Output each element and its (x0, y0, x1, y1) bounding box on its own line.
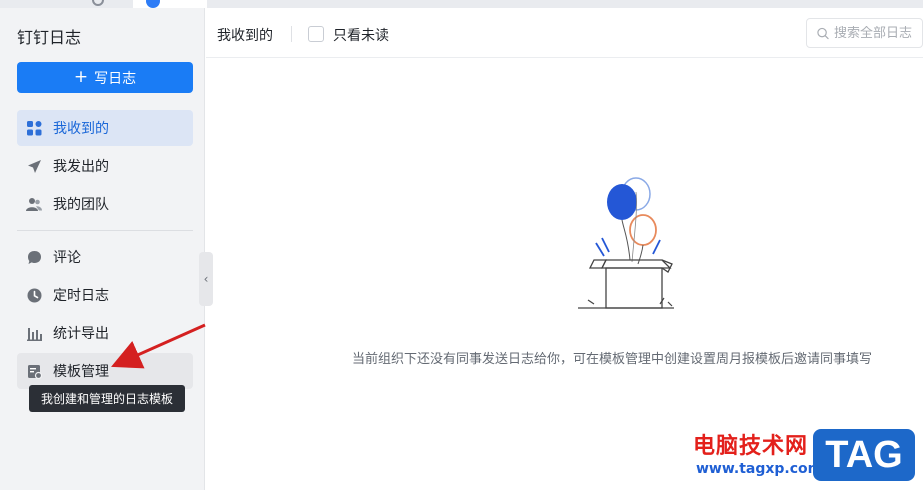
sidebar-item-team[interactable]: 我的团队 (17, 186, 193, 222)
window-tab-strip (0, 0, 923, 8)
search-box[interactable] (806, 18, 923, 48)
template-icon (26, 363, 42, 379)
templates-tooltip: 我创建和管理的日志模板 (29, 385, 185, 412)
watermark-url: www.tagxp.com (696, 461, 823, 477)
sidebar-item-label: 我发出的 (53, 159, 109, 175)
search-input[interactable] (834, 25, 922, 41)
bar-chart-icon (26, 325, 42, 341)
plus-icon: + (73, 67, 89, 87)
watermark: 电脑技术网 www.tagxp.com TAG (693, 428, 923, 490)
tab-current[interactable] (133, 0, 207, 8)
unread-only-checkbox[interactable] (308, 26, 324, 42)
clock-icon (26, 287, 42, 303)
empty-state-illustration (578, 177, 674, 309)
refresh-icon[interactable] (92, 0, 104, 6)
sidebar-item-sent[interactable]: 我发出的 (17, 148, 193, 184)
grid-icon (26, 120, 42, 136)
sidebar-item-label: 我的团队 (53, 197, 109, 213)
sidebar-item-label: 统计导出 (53, 326, 109, 342)
unread-only-label[interactable]: 只看未读 (333, 25, 389, 45)
send-icon (26, 158, 42, 174)
sidebar-divider (17, 230, 193, 231)
sidebar: 钉钉日志 + 写日志 我收到的 我发出的 我的团队 评论 定时日志 统计导出 模… (0, 8, 205, 490)
toolbar-divider (291, 26, 292, 42)
comment-icon (26, 249, 42, 265)
team-icon (26, 196, 42, 212)
write-log-label: 写日志 (94, 70, 137, 87)
write-log-button[interactable]: + 写日志 (17, 62, 193, 93)
sidebar-item-label: 我收到的 (53, 121, 109, 137)
toolbar: 我收到的 只看未读 (206, 8, 923, 58)
watermark-tag-logo: TAG (813, 429, 915, 481)
search-icon (817, 27, 829, 39)
sidebar-item-templates[interactable]: 模板管理 (17, 353, 193, 389)
watermark-site-name: 电脑技术网 (693, 434, 809, 459)
sidebar-item-stats-export[interactable]: 统计导出 (17, 315, 193, 351)
sidebar-item-label: 定时日志 (53, 288, 109, 304)
empty-state-message: 当前组织下还没有同事发送日志给你，可在模板管理中创建设置周月报模板后邀请同事填写 (352, 352, 873, 367)
sidebar-item-comments[interactable]: 评论 (17, 239, 193, 275)
sidebar-item-scheduled[interactable]: 定时日志 (17, 277, 193, 313)
sidebar-item-label: 评论 (53, 250, 81, 266)
sidebar-item-label: 模板管理 (53, 364, 109, 380)
page-title: 我收到的 (217, 28, 273, 44)
main-content: 我收到的 只看未读 当前组织下还没有同事发送日志给你，可在模板管理中创建设置周月… (206, 8, 923, 490)
app-title: 钉钉日志 (17, 28, 82, 47)
sidebar-item-received[interactable]: 我收到的 (17, 110, 193, 146)
